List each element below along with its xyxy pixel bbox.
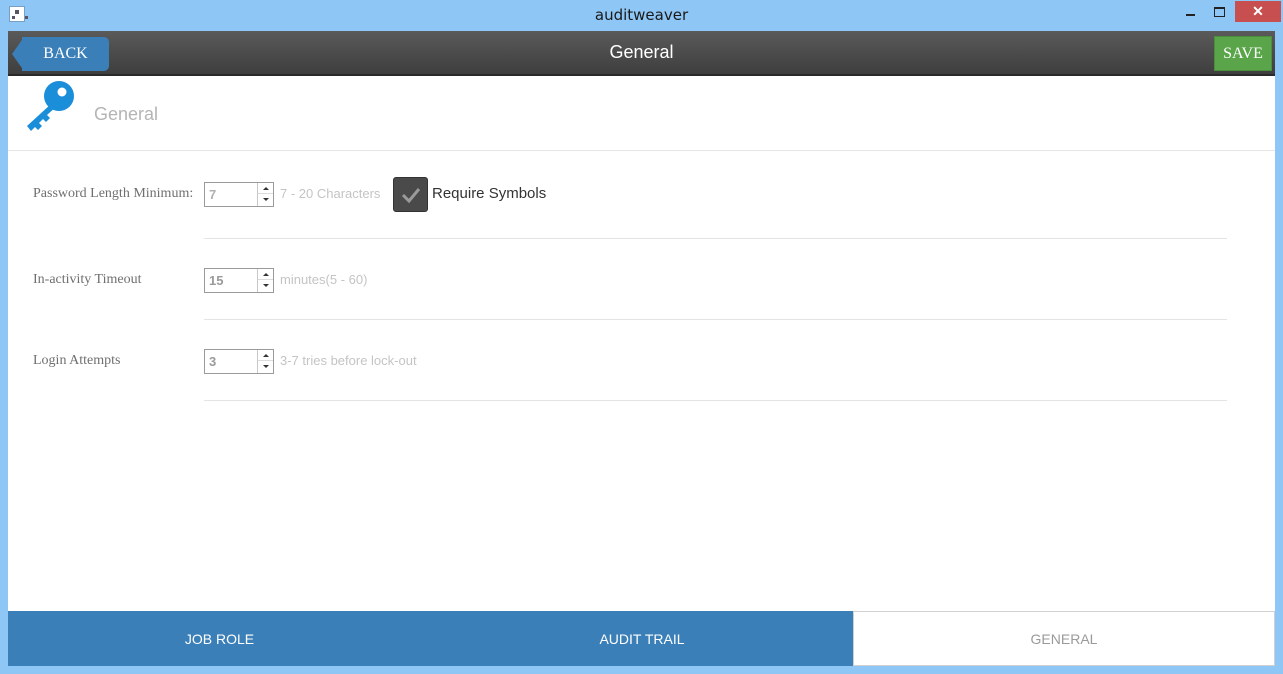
section-title: General <box>94 104 159 124</box>
maximize-button[interactable] <box>1206 1 1233 22</box>
password-length-hint: 7 - 20 Characters <box>280 186 381 201</box>
login-attempts-label: Login Attempts <box>33 353 121 368</box>
close-button[interactable]: ✕ <box>1235 1 1281 22</box>
inactivity-timeout-value[interactable]: 15 <box>209 273 223 288</box>
password-length-value[interactable]: 7 <box>209 187 216 202</box>
password-length-label: Password Length Minimum: <box>33 186 194 201</box>
increment-arrow-icon[interactable] <box>258 269 273 280</box>
save-button[interactable]: SAVE <box>1214 36 1272 71</box>
bottom-tab-bar: JOB ROLE AUDIT TRAIL GENERAL <box>8 611 1275 666</box>
tab-job-role[interactable]: JOB ROLE <box>8 611 431 666</box>
require-symbols-label: Require Symbols <box>432 185 547 202</box>
decrement-arrow-icon[interactable] <box>258 194 273 205</box>
increment-arrow-icon[interactable] <box>258 350 273 361</box>
tab-general[interactable]: GENERAL <box>853 611 1275 666</box>
minimize-button[interactable] <box>1177 1 1204 22</box>
header-bar: BACK General SAVE <box>8 31 1275 76</box>
inactivity-timeout-hint: minutes(5 - 60) <box>280 272 368 287</box>
row-divider <box>204 238 1227 239</box>
page-title: General <box>609 42 674 62</box>
decrement-arrow-icon[interactable] <box>258 280 273 291</box>
require-symbols-checkbox[interactable] <box>393 177 428 212</box>
tab-audit-trail[interactable]: AUDIT TRAIL <box>431 611 853 666</box>
close-icon: ✕ <box>1252 3 1264 19</box>
window-title: auditweaver <box>594 6 689 24</box>
row-divider <box>204 319 1227 320</box>
inactivity-timeout-stepper[interactable]: 15 <box>204 268 274 293</box>
key-icon <box>27 81 74 131</box>
password-length-stepper[interactable]: 7 <box>204 182 274 207</box>
window-titlebar: auditweaver ✕ <box>0 0 1283 31</box>
row-divider <box>204 400 1227 401</box>
checkmark-icon <box>401 187 420 203</box>
decrement-arrow-icon[interactable] <box>258 361 273 372</box>
login-attempts-hint: 3-7 tries before lock-out <box>280 353 417 368</box>
section-header: General <box>8 78 1275 151</box>
login-attempts-stepper[interactable]: 3 <box>204 349 274 374</box>
increment-arrow-icon[interactable] <box>258 183 273 194</box>
inactivity-timeout-label: In-activity Timeout <box>33 272 142 287</box>
login-attempts-value[interactable]: 3 <box>209 354 216 369</box>
app-content: BACK General SAVE General Password Lengt… <box>8 31 1275 666</box>
